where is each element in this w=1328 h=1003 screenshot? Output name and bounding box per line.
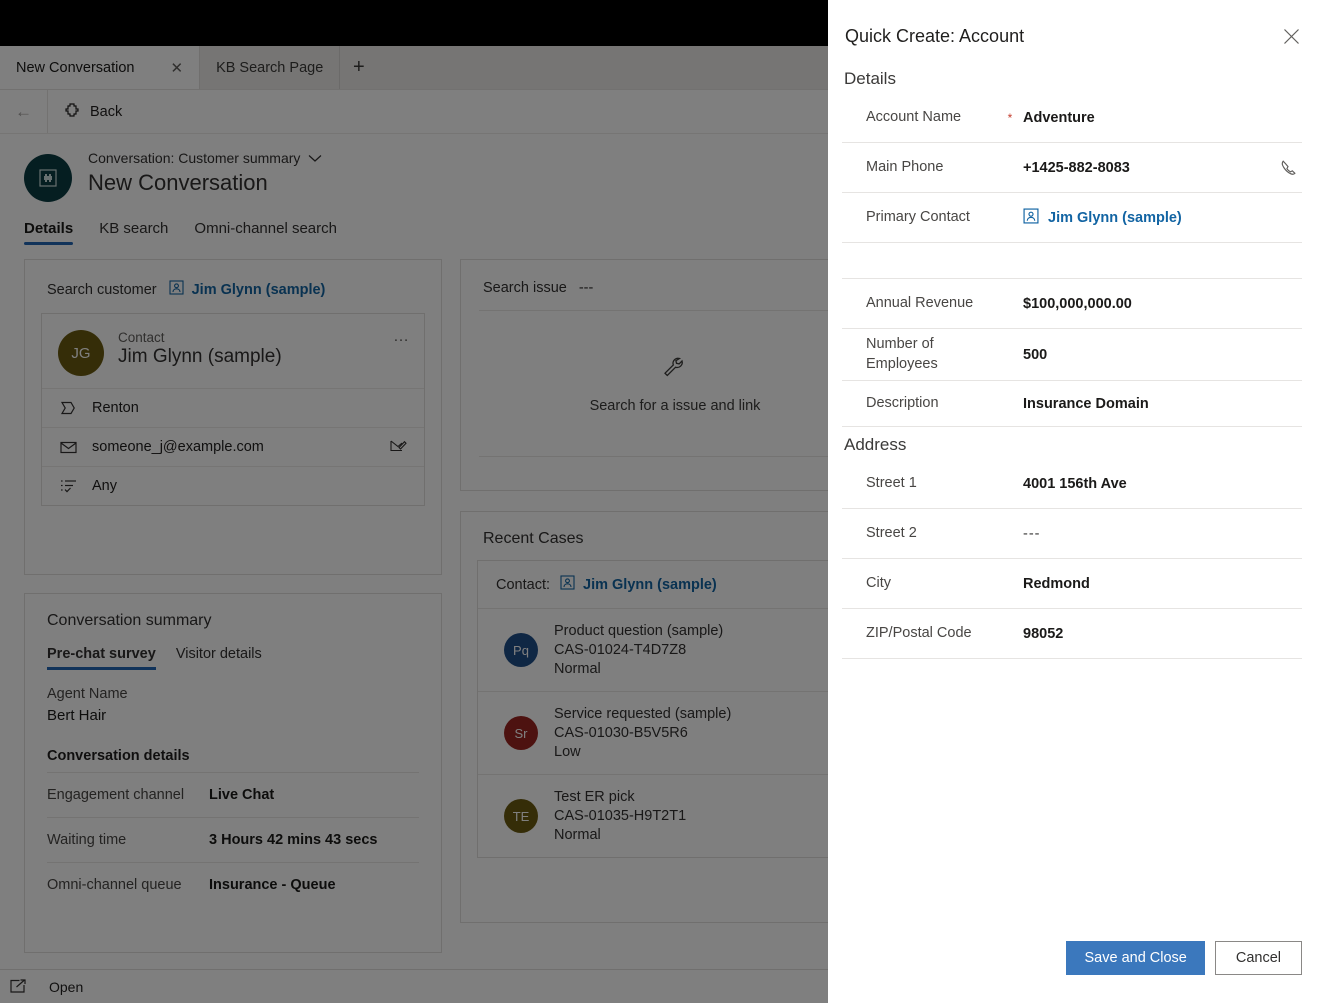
field-value: Adventure: [1023, 110, 1276, 126]
address-section-heading: Address: [828, 427, 1328, 459]
field-value: ---: [1023, 526, 1276, 542]
quick-create-footer: Save and Close Cancel: [828, 941, 1328, 1003]
contact-icon: [1023, 208, 1039, 228]
field-zip-postal-code[interactable]: ZIP/Postal Code 98052: [842, 609, 1302, 659]
field-spacer: [842, 243, 1302, 279]
field-value: 98052: [1023, 626, 1276, 642]
field-value: $100,000,000.00: [1023, 296, 1276, 312]
field-description[interactable]: Description Insurance Domain: [842, 381, 1302, 427]
app-root: New Conversation ✕ KB Search Page + ← Ba…: [0, 0, 1328, 1003]
field-annual-revenue[interactable]: Annual Revenue $100,000,000.00: [842, 279, 1302, 329]
field-label: City: [842, 574, 997, 594]
field-value: +1425-882-8083: [1023, 160, 1276, 176]
field-street-2[interactable]: Street 2 ---: [842, 509, 1302, 559]
required-indicator: *: [997, 111, 1023, 125]
save-and-close-button[interactable]: Save and Close: [1066, 941, 1204, 975]
details-section-heading: Details: [828, 69, 1328, 93]
field-value[interactable]: Jim Glynn (sample): [1023, 208, 1276, 228]
quick-create-header: Quick Create: Account: [828, 0, 1328, 47]
field-label: Annual Revenue: [842, 294, 997, 314]
quick-create-title: Quick Create: Account: [844, 26, 1281, 47]
field-value: Insurance Domain: [1023, 396, 1276, 412]
field-label: Number of Employees: [842, 335, 997, 374]
field-label: Street 1: [842, 474, 997, 494]
field-value: 4001 156th Ave: [1023, 476, 1276, 492]
field-label: Description: [842, 394, 997, 414]
quick-create-form: Details Account Name * Adventure Main Ph…: [828, 47, 1328, 941]
cancel-button[interactable]: Cancel: [1215, 941, 1302, 975]
field-street-1[interactable]: Street 1 4001 156th Ave: [842, 459, 1302, 509]
field-city[interactable]: City Redmond: [842, 559, 1302, 609]
field-value: Redmond: [1023, 576, 1276, 592]
field-label: Main Phone: [842, 158, 997, 178]
field-account-name[interactable]: Account Name * Adventure: [842, 93, 1302, 143]
field-label: Account Name: [842, 108, 997, 128]
primary-contact-name: Jim Glynn (sample): [1048, 210, 1182, 226]
field-main-phone[interactable]: Main Phone +1425-882-8083: [842, 143, 1302, 193]
modal-overlay[interactable]: [0, 0, 828, 1003]
field-primary-contact[interactable]: Primary Contact Jim Glynn (sample): [842, 193, 1302, 243]
field-label: Street 2: [842, 524, 997, 544]
field-value: 500: [1023, 347, 1276, 363]
phone-icon[interactable]: [1276, 159, 1302, 177]
field-number-of-employees[interactable]: Number of Employees 500: [842, 329, 1302, 381]
quick-create-panel: Quick Create: Account Details Account Na…: [828, 0, 1328, 1003]
field-label: Primary Contact: [842, 208, 997, 228]
field-label: ZIP/Postal Code: [842, 624, 997, 644]
close-icon[interactable]: [1281, 26, 1302, 47]
